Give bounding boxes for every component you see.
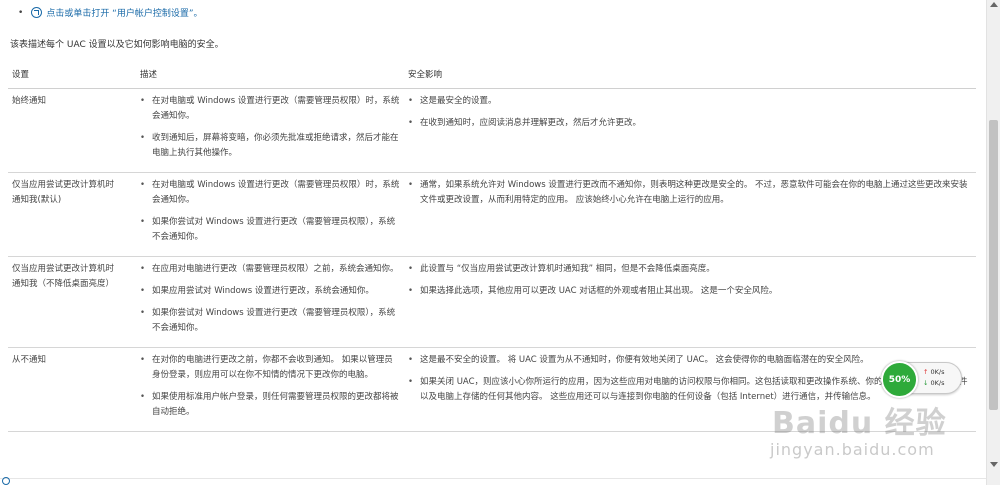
link-text[interactable]: 点击或单击打开 “用户帐户控制设置”。 — [46, 6, 202, 19]
page-content: • 点击或单击打开 “用户帐户控制设置”。 该表描述每个 UAC 设置以及它如何… — [0, 0, 986, 485]
download-speed: 0K/s — [930, 379, 945, 387]
circle-icon — [2, 477, 10, 485]
scroll-thumb[interactable] — [989, 120, 998, 410]
list-item: 在应用对电脑进行更改（需要管理员权限）之前，系统会通知你。 — [140, 262, 400, 277]
header-setting: 设置 — [8, 62, 126, 89]
list-item: 收到通知后，屏幕将变暗，你必须先批准或拒绝请求，然后才能在电脑上执行其他操作。 — [140, 131, 400, 161]
list-item: 这是最安全的设置。 — [408, 94, 972, 109]
intro-text: 该表描述每个 UAC 设置以及它如何影响电脑的安全。 — [10, 40, 224, 50]
list-item: 在对你的电脑进行更改之前，你都不会收到通知。 如果以管理员身份登录，则应用可以在… — [140, 353, 400, 383]
table-row: 仅当应用尝试更改计算机时通知我(默认) 在对电脑或 Windows 设置进行更改… — [8, 172, 976, 257]
description-cell: 在对你的电脑进行更改之前，你都不会收到通知。 如果以管理员身份登录，则应用可以在… — [126, 347, 404, 432]
impact-cell: 此设置与 “仅当应用尝试更改计算机时通知我” 相同，但是不会降低桌面亮度。 如果… — [404, 256, 976, 348]
table-row: 仅当应用尝试更改计算机时通知我（不降低桌面亮度） 在应用对电脑进行更改（需要管理… — [8, 256, 976, 348]
impact-cell: 这是最安全的设置。 在收到通知时，应阅读消息并理解更改，然后才允许更改。 — [404, 88, 976, 173]
upload-arrow-icon: ↑ — [923, 368, 929, 376]
list-item: 如果你尝试对 Windows 设置进行更改（需要管理员权限），系统不会通知你。 — [140, 215, 400, 245]
header-description: 描述 — [126, 62, 404, 89]
list-item: 如果应用尝试对 Windows 设置进行更改，系统会通知你。 — [140, 284, 400, 299]
upload-speed: 0K/s — [930, 368, 945, 376]
setting-cell: 从不通知 — [8, 347, 126, 432]
download-arrow-icon: ↓ — [923, 379, 929, 387]
table-header-row: 设置 描述 安全影响 — [8, 62, 976, 89]
cpu-percent-badge: 50% — [881, 361, 918, 398]
speed-readout: ↑ 0K/s ↓ 0K/s — [923, 367, 945, 389]
list-item: 如果选择此选项，其他应用可以更改 UAC 对话框的外观或者阻止其出现。 这是一个… — [408, 284, 972, 299]
list-item: 在对电脑或 Windows 设置进行更改（需要管理员权限）时，系统会通知你。 — [140, 94, 400, 124]
network-speed-widget[interactable]: 50% ↑ 0K/s ↓ 0K/s — [881, 361, 962, 398]
scroll-up-arrow-icon[interactable] — [990, 2, 998, 7]
arrow-circle-icon — [31, 7, 43, 18]
vertical-scrollbar[interactable] — [986, 0, 1000, 485]
list-item: 如果你尝试对 Windows 设置进行更改（需要管理员权限），系统不会通知你。 — [140, 306, 400, 336]
setting-cell: 始终通知 — [8, 88, 126, 173]
list-item: 此设置与 “仅当应用尝试更改计算机时通知我” 相同，但是不会降低桌面亮度。 — [408, 262, 972, 277]
description-cell: 在对电脑或 Windows 设置进行更改（需要管理员权限）时，系统会通知你。 如… — [126, 172, 404, 257]
header-security-impact: 安全影响 — [404, 62, 976, 89]
description-cell: 在对电脑或 Windows 设置进行更改（需要管理员权限）时，系统会通知你。 收… — [126, 88, 404, 173]
impact-cell: 通常，如果系统允许对 Windows 设置进行更改而不通知你，则表明这种更改是安… — [404, 172, 976, 257]
scroll-down-arrow-icon[interactable] — [990, 462, 998, 467]
list-item: 如果使用标准用户帐户登录，则任何需要管理员权限的更改都将被自动拒绝。 — [140, 390, 400, 420]
list-item: 在对电脑或 Windows 设置进行更改（需要管理员权限）时，系统会通知你。 — [140, 178, 400, 208]
uac-settings-table: 设置 描述 安全影响 始终通知 在对电脑或 Windows 设置进行更改（需要管… — [8, 62, 976, 432]
watermark-url: jingyan.baidu.com — [770, 440, 935, 459]
list-bullet: • — [18, 7, 24, 18]
list-item: 在收到通知时，应阅读消息并理解更改，然后才允许更改。 — [408, 116, 972, 131]
baidu-watermark: Baidu 经验 — [772, 406, 947, 441]
uac-settings-link[interactable]: • 点击或单击打开 “用户帐户控制设置”。 — [18, 6, 203, 19]
setting-cell: 仅当应用尝试更改计算机时通知我(默认) — [8, 172, 126, 257]
list-item: 通常，如果系统允许对 Windows 设置进行更改而不通知你，则表明这种更改是安… — [408, 178, 972, 208]
setting-cell: 仅当应用尝试更改计算机时通知我（不降低桌面亮度） — [8, 256, 126, 348]
bottom-strip — [0, 477, 986, 485]
description-cell: 在应用对电脑进行更改（需要管理员权限）之前，系统会通知你。 如果应用尝试对 Wi… — [126, 256, 404, 348]
table-row: 始终通知 在对电脑或 Windows 设置进行更改（需要管理员权限）时，系统会通… — [8, 88, 976, 173]
